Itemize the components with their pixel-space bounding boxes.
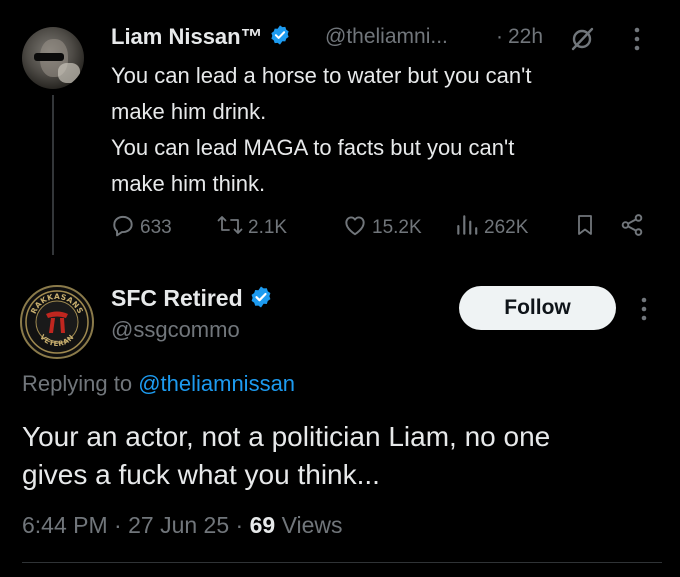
tweet-text-line: make him drink.: [111, 99, 267, 124]
more-icon[interactable]: [639, 296, 649, 327]
like-button[interactable]: 15.2K: [342, 212, 422, 244]
author-name-text[interactable]: Liam Nissan™: [111, 24, 263, 49]
tweet-text-line: make him think.: [111, 171, 266, 196]
tweet-text-line: You can lead a horse to water but you ca…: [111, 63, 532, 88]
like-count: 15.2K: [372, 217, 422, 238]
tweet-meta: 6:44 PM · 27 Jun 25 · 69 Views: [22, 512, 343, 539]
like-icon: [342, 212, 368, 244]
separator-dot: ·: [496, 25, 503, 48]
action-bar: 633 2.1K 15.2K 262K: [0, 212, 680, 242]
separator-dot: ·: [114, 512, 122, 538]
separator-dot: ·: [235, 512, 244, 538]
share-button[interactable]: [619, 212, 645, 244]
views-button[interactable]: 262K: [454, 212, 528, 244]
reply-time[interactable]: 6:44 PM: [22, 512, 108, 538]
avatar-sunglasses: [34, 53, 64, 61]
share-icon: [619, 212, 645, 244]
repost-icon: [216, 212, 244, 244]
repost-button[interactable]: 2.1K: [216, 212, 287, 244]
reply-button[interactable]: 633: [110, 212, 172, 244]
reply-text: Your an actor, not a politician Liam, no…: [22, 418, 662, 494]
views-label: Views: [281, 512, 343, 538]
author-handle[interactable]: @theliamni...: [325, 25, 448, 49]
reply-icon: [110, 212, 136, 244]
author-name[interactable]: Liam Nissan™: [111, 24, 291, 52]
reply-text-line: Your an actor, not a politician Liam, no…: [22, 421, 551, 452]
views-number: 69: [249, 512, 276, 538]
verified-badge-icon: [269, 24, 291, 52]
divider: [22, 562, 662, 563]
avatar-hand: [58, 63, 80, 83]
replying-to-prefix: Replying to: [22, 371, 139, 396]
bookmark-icon: [573, 212, 597, 244]
reply-count: 633: [140, 217, 172, 238]
rakkasans-emblem: RAKKASANS VETERAN: [25, 290, 89, 354]
replying-to-line: Replying to @theliamnissan: [22, 371, 295, 397]
tweet-text: You can lead a horse to water but you ca…: [111, 58, 651, 202]
repost-count: 2.1K: [248, 217, 288, 238]
views-icon: [454, 212, 480, 244]
views-count: 262K: [484, 217, 529, 238]
replying-to-mention[interactable]: @theliamnissan: [138, 371, 295, 396]
verified-badge-icon: [249, 285, 273, 315]
more-icon[interactable]: [632, 26, 642, 57]
reply-date[interactable]: 27 Jun 25: [128, 512, 229, 538]
reply-text-line: gives a fuck what you think...: [22, 459, 380, 490]
reply-author-name[interactable]: SFC Retired: [111, 285, 273, 315]
avatar-sfc-retired[interactable]: RAKKASANS VETERAN: [20, 285, 94, 359]
tweet-time[interactable]: 22h: [508, 25, 543, 49]
avatar-liam[interactable]: [22, 27, 84, 89]
bookmark-button[interactable]: [573, 212, 597, 244]
grok-icon[interactable]: [568, 24, 598, 59]
follow-button[interactable]: Follow: [459, 286, 616, 330]
reply-author-handle[interactable]: @ssgcommo: [111, 317, 240, 343]
reply-author-name-text[interactable]: SFC Retired: [111, 285, 243, 311]
tweet-text-line: You can lead MAGA to facts but you can't: [111, 135, 515, 160]
